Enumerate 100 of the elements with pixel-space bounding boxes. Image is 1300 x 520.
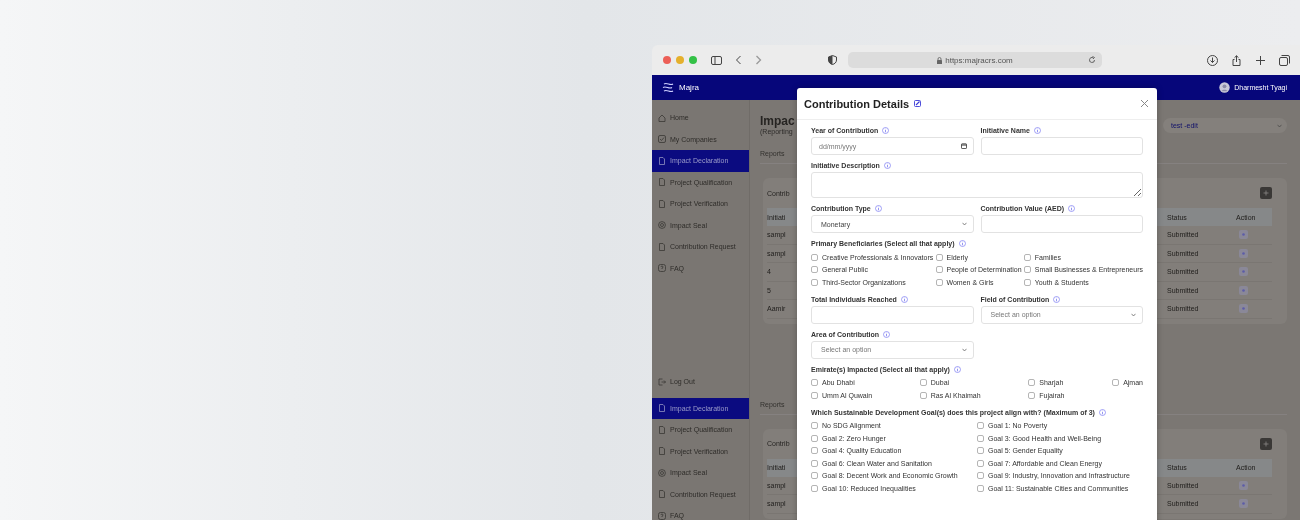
maximize-button[interactable]	[689, 56, 697, 64]
close-icon	[1140, 99, 1149, 108]
dot-icon	[1242, 483, 1245, 487]
row-action-button[interactable]	[1239, 499, 1248, 509]
checkbox[interactable]	[811, 447, 818, 455]
plus-icon[interactable]	[1255, 54, 1266, 66]
minimize-button[interactable]	[676, 56, 684, 64]
chevron-down-icon	[1131, 312, 1136, 317]
info-icon	[883, 330, 891, 338]
checkbox[interactable]	[919, 379, 927, 387]
info-icon	[1033, 127, 1041, 134]
rosette-icon	[658, 221, 666, 230]
question-icon	[658, 264, 666, 273]
rosette-icon	[658, 468, 666, 477]
checkbox[interactable]	[1028, 391, 1036, 399]
close-button[interactable]	[663, 56, 671, 64]
checkbox[interactable]	[935, 253, 943, 261]
text-field[interactable]	[811, 305, 974, 324]
info-icon	[958, 240, 966, 247]
info-icon	[1068, 205, 1076, 212]
text-area[interactable]	[811, 172, 1143, 198]
house-icon	[658, 113, 666, 122]
question-icon	[658, 511, 666, 520]
checkbox[interactable]	[811, 253, 818, 261]
checkbox[interactable]	[811, 472, 818, 480]
modal-title: Contribution Details	[804, 97, 910, 110]
dot-icon	[1242, 288, 1245, 292]
dot-icon	[1242, 270, 1245, 274]
info-icon	[882, 127, 890, 134]
checkbox[interactable]	[935, 278, 943, 286]
chevron-down-icon	[961, 222, 967, 226]
text-field[interactable]	[980, 215, 1143, 233]
info-icon	[1098, 408, 1106, 416]
checkbox[interactable]	[811, 278, 818, 286]
info-icon	[1053, 295, 1061, 303]
document-icon	[658, 447, 666, 456]
row-action-button[interactable]	[1239, 304, 1248, 314]
row-action-button[interactable]	[1239, 480, 1248, 490]
document-icon	[658, 199, 666, 208]
checkbox[interactable]	[811, 391, 818, 399]
dot-icon	[1242, 307, 1245, 311]
page-title: Impac	[760, 115, 795, 128]
text-field[interactable]	[980, 137, 1143, 155]
chevron-down-icon	[1277, 123, 1282, 128]
info-icon	[953, 365, 961, 373]
checklist-icon	[658, 135, 666, 144]
checkbox[interactable]	[811, 422, 818, 430]
logout-icon	[658, 377, 666, 386]
close-button[interactable]	[1140, 99, 1149, 108]
checkbox[interactable]	[811, 484, 818, 492]
document-icon	[658, 425, 666, 434]
address-bar[interactable]: https:majracrs.com	[848, 52, 1102, 68]
share-icon[interactable]	[1231, 54, 1242, 66]
checkbox[interactable]	[811, 459, 818, 467]
row-action-button[interactable]	[1239, 285, 1248, 295]
shield-icon[interactable]	[828, 55, 837, 65]
row-action-button[interactable]	[1239, 248, 1248, 258]
checkbox[interactable]	[977, 472, 984, 480]
document-icon	[658, 490, 666, 499]
checkbox[interactable]	[811, 266, 818, 274]
checkbox[interactable]	[1112, 379, 1120, 387]
back-icon[interactable]	[735, 55, 742, 65]
add-button[interactable]	[1260, 187, 1272, 199]
checkbox[interactable]	[811, 434, 818, 442]
dot-icon	[1242, 233, 1245, 237]
avatar-icon	[1219, 82, 1231, 93]
dot-icon	[1242, 251, 1245, 255]
checkbox[interactable]	[935, 266, 943, 274]
document-icon	[658, 156, 666, 165]
url-text: https:majracrs.com	[945, 55, 1013, 65]
lock-icon	[937, 56, 943, 64]
document-icon	[658, 242, 666, 251]
checkbox[interactable]	[919, 391, 927, 399]
sidebar-toggle-icon[interactable]	[711, 55, 722, 65]
row-action-button[interactable]	[1239, 230, 1248, 240]
checkbox[interactable]	[1023, 278, 1031, 286]
checkbox[interactable]	[1023, 266, 1031, 274]
forward-icon[interactable]	[755, 55, 762, 65]
chevron-down-icon	[961, 347, 967, 352]
checkbox[interactable]	[977, 447, 984, 455]
checkbox[interactable]	[977, 434, 984, 442]
tabs-icon[interactable]	[1279, 54, 1290, 66]
logo-icon	[662, 81, 674, 94]
checkbox[interactable]	[977, 484, 984, 492]
checkbox[interactable]	[1023, 253, 1031, 261]
checkbox[interactable]	[977, 422, 984, 430]
info-icon	[900, 295, 908, 303]
row-action-button[interactable]	[1239, 267, 1248, 277]
edit-icon[interactable]	[914, 100, 922, 107]
checkbox[interactable]	[977, 459, 984, 467]
info-icon	[874, 205, 882, 212]
plus-icon	[1263, 190, 1269, 196]
info-icon	[883, 162, 891, 169]
checkbox[interactable]	[811, 379, 818, 387]
reload-icon[interactable]	[1088, 56, 1096, 64]
download-icon[interactable]	[1207, 54, 1218, 66]
checkbox[interactable]	[1028, 379, 1036, 387]
document-icon	[658, 404, 666, 413]
add-button[interactable]	[1260, 437, 1272, 450]
brand-name: Majra	[679, 83, 699, 92]
